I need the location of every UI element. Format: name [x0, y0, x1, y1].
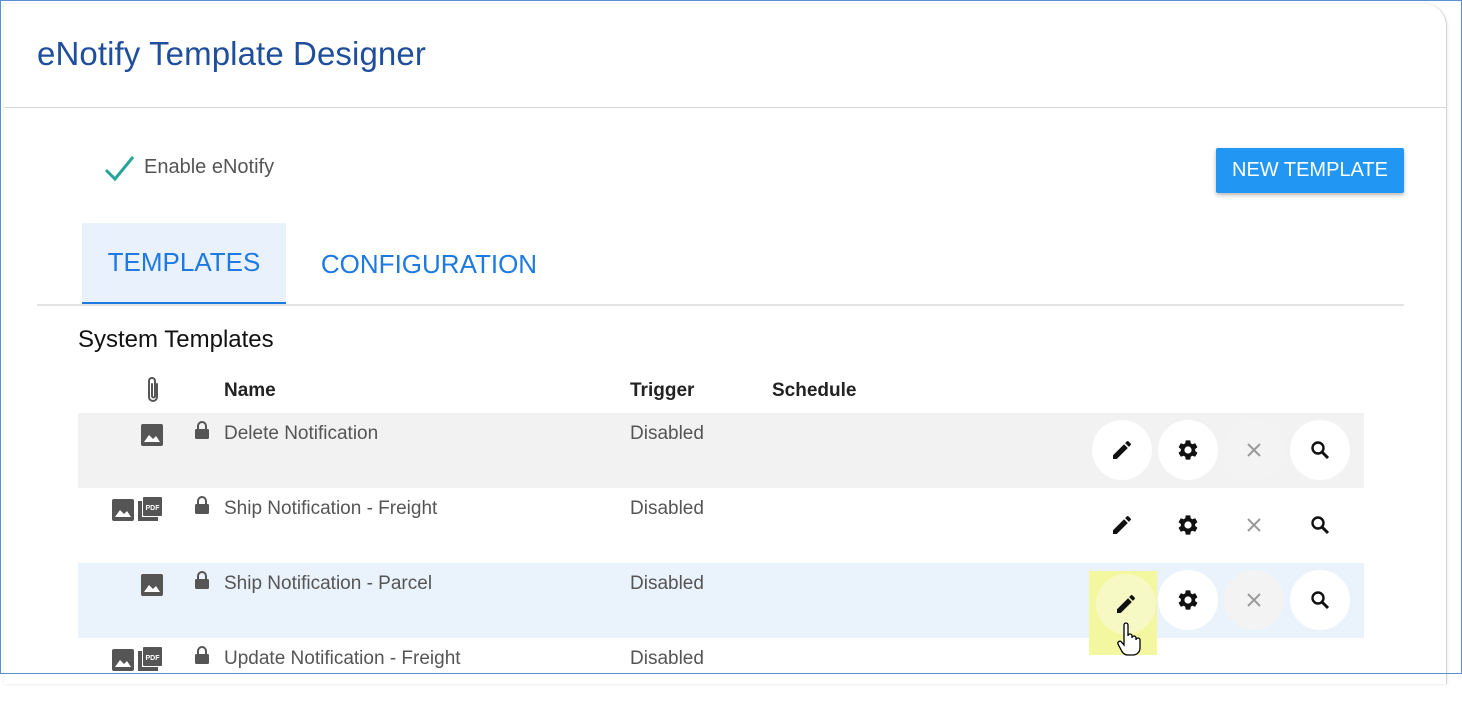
pencil-icon — [1113, 515, 1132, 534]
gear-icon — [1178, 440, 1198, 460]
lock-icon — [195, 646, 209, 664]
enable-enotify-toggle[interactable]: Enable eNotify — [102, 150, 274, 184]
close-icon — [1247, 518, 1261, 532]
close-icon — [1247, 443, 1261, 457]
tab-bar: TEMPLATES CONFIGURATION — [37, 223, 1404, 305]
close-icon — [1247, 593, 1261, 607]
new-template-button[interactable]: NEW TEMPLATE — [1216, 148, 1404, 193]
template-trigger: Disabled — [630, 423, 704, 444]
image-icon — [112, 649, 134, 671]
image-icon — [141, 424, 163, 446]
preview-button[interactable] — [1290, 495, 1350, 555]
svg-text:PDF: PDF — [146, 505, 161, 512]
settings-button[interactable] — [1158, 420, 1218, 480]
checkmark-icon — [104, 156, 135, 182]
search-icon — [1311, 591, 1330, 610]
section-title: System Templates — [78, 326, 274, 353]
search-icon — [1311, 516, 1330, 535]
header-divider — [4, 107, 1446, 108]
image-icon — [112, 499, 134, 521]
image-icon — [141, 574, 163, 596]
pdf-icon: PDF — [138, 497, 162, 521]
table-row[interactable]: Ship Notification - Parcel Disabled — [78, 563, 1364, 638]
settings-button[interactable] — [1158, 495, 1218, 555]
preview-button[interactable] — [1290, 570, 1350, 630]
template-name: Delete Notification — [224, 423, 379, 444]
gear-icon — [1178, 590, 1198, 610]
table-row[interactable]: PDF Ship Notification - Freight Disabled — [78, 488, 1364, 563]
page-title: eNotify Template Designer — [37, 35, 426, 72]
table-row[interactable]: Delete Notification Disabled — [78, 413, 1364, 488]
enable-enotify-label: Enable eNotify — [144, 155, 275, 178]
pencil-icon — [1117, 594, 1136, 613]
edit-button[interactable] — [1092, 495, 1152, 555]
settings-button[interactable] — [1158, 570, 1218, 630]
template-trigger: Disabled — [630, 573, 704, 594]
delete-button[interactable] — [1224, 570, 1284, 630]
tab-templates[interactable]: TEMPLATES — [82, 223, 286, 305]
template-trigger: Disabled — [630, 648, 704, 669]
template-trigger: Disabled — [630, 498, 704, 519]
template-name: Ship Notification - Parcel — [224, 573, 433, 594]
tab-templates-label: TEMPLATES — [107, 247, 261, 277]
tab-configuration-label: CONFIGURATION — [320, 248, 538, 279]
lock-icon — [195, 496, 209, 514]
search-icon — [1311, 441, 1330, 460]
pdf-icon: PDF — [138, 647, 162, 671]
edit-button[interactable] — [1092, 420, 1152, 480]
delete-button[interactable] — [1224, 495, 1284, 555]
column-header-trigger[interactable]: Trigger — [630, 380, 694, 402]
tabs-divider — [37, 304, 1404, 306]
column-header-name[interactable]: Name — [224, 380, 276, 402]
paperclip-icon — [148, 377, 158, 402]
preview-button[interactable] — [1290, 420, 1350, 480]
svg-text:PDF: PDF — [146, 655, 161, 662]
lock-icon — [195, 421, 209, 439]
column-header-schedule[interactable]: Schedule — [772, 380, 856, 402]
delete-button[interactable] — [1224, 420, 1284, 480]
table-row[interactable]: PDF Update Notification - Freight Disabl… — [78, 638, 1364, 713]
pencil-icon — [1113, 440, 1132, 459]
gear-icon — [1178, 515, 1198, 535]
lock-icon — [195, 571, 209, 589]
template-name: Update Notification - Freight — [224, 648, 461, 669]
tab-configuration[interactable]: CONFIGURATION — [307, 223, 551, 305]
template-name: Ship Notification - Freight — [224, 498, 438, 519]
